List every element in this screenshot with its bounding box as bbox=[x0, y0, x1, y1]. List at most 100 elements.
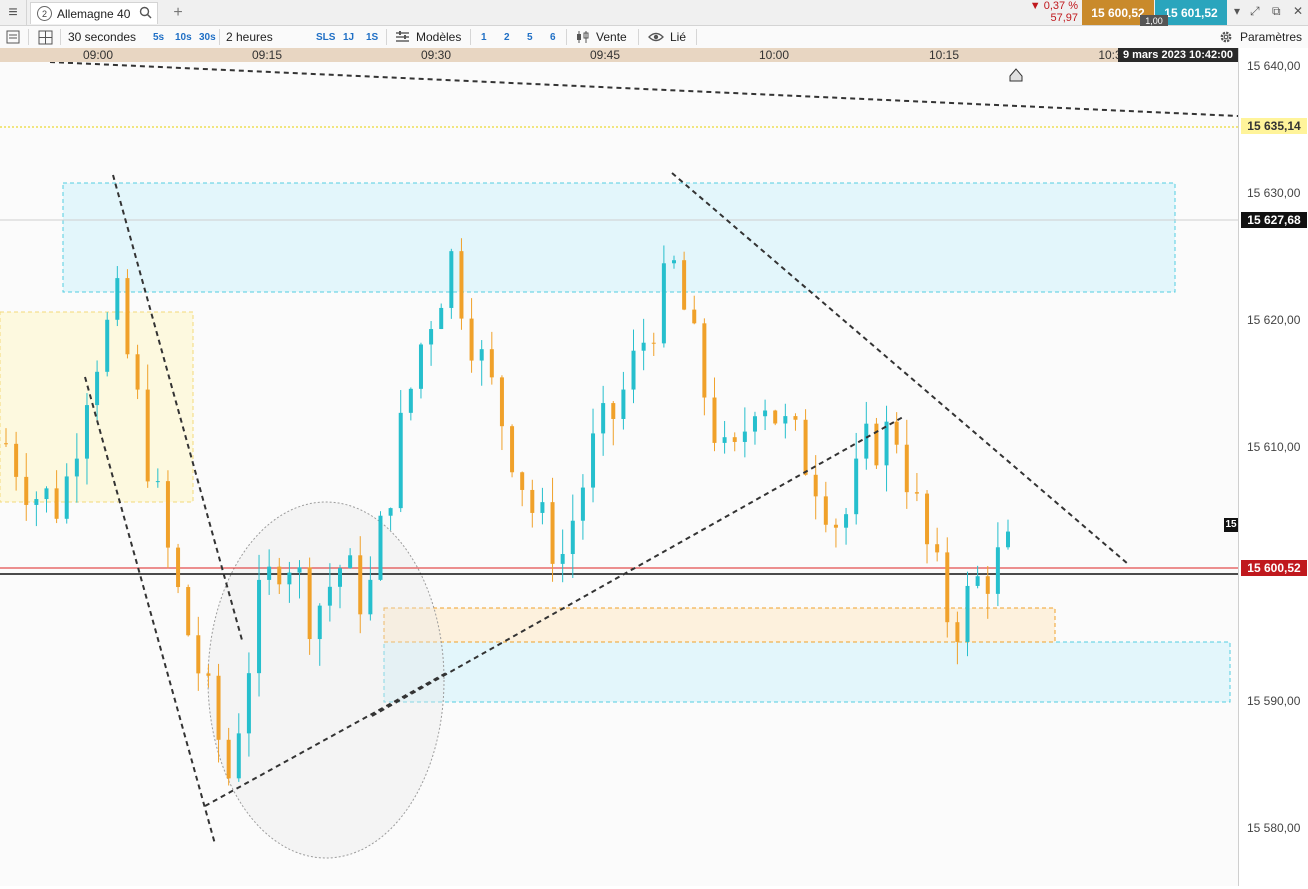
candle-body bbox=[722, 437, 727, 443]
trendline[interactable] bbox=[49, 61, 1239, 117]
candle-body bbox=[186, 587, 191, 636]
candle-body bbox=[388, 508, 393, 516]
template-slot-1[interactable]: 1 bbox=[481, 26, 487, 48]
duration-1s[interactable]: 1S bbox=[366, 26, 378, 48]
duration-sls[interactable]: SLS bbox=[316, 26, 335, 48]
duration-1j[interactable]: 1J bbox=[343, 26, 354, 48]
close-icon[interactable]: ✕ bbox=[1293, 4, 1303, 18]
candle-body bbox=[742, 431, 747, 442]
time-axis: 09:00 09:15 09:30 09:45 10:00 10:15 10:3 bbox=[0, 48, 1238, 62]
candle-body bbox=[530, 489, 535, 513]
candle-body bbox=[398, 412, 403, 509]
candle-body bbox=[439, 307, 444, 330]
template-slot-5[interactable]: 5 bbox=[527, 26, 533, 48]
eye-icon[interactable] bbox=[648, 26, 664, 48]
candles-icon[interactable] bbox=[575, 26, 591, 48]
candle-body bbox=[95, 371, 100, 406]
anchor-marker-icon[interactable] bbox=[1009, 68, 1023, 82]
candle-body bbox=[965, 585, 970, 642]
tab-bar: ≡ 2 Allemagne 40 + ▼ 0,37 % 57,97 15 600… bbox=[0, 0, 1308, 26]
interval-10s[interactable]: 10s bbox=[175, 26, 192, 48]
price-label: 15 620,00 bbox=[1247, 313, 1301, 327]
candle-body bbox=[540, 502, 545, 513]
add-tab-button[interactable]: + bbox=[168, 0, 188, 25]
interval-30s[interactable]: 30s bbox=[199, 26, 216, 48]
candle-body bbox=[459, 251, 464, 319]
current-time-label: 9 mars 2023 10:42:00 bbox=[1118, 48, 1238, 62]
list-icon[interactable] bbox=[6, 26, 20, 48]
candle-body bbox=[155, 481, 160, 483]
template-slot-2[interactable]: 2 bbox=[504, 26, 510, 48]
resistance-zone-blue[interactable] bbox=[62, 182, 1176, 293]
interval-5s[interactable]: 5s bbox=[153, 26, 164, 48]
interval-select[interactable]: 30 secondes bbox=[68, 26, 136, 48]
candle-body bbox=[520, 472, 525, 490]
resistance-zone-yellow[interactable] bbox=[0, 311, 194, 503]
candle-body bbox=[621, 389, 626, 419]
support-zone-blue[interactable] bbox=[383, 641, 1231, 703]
candle-body bbox=[206, 673, 211, 676]
candle-body bbox=[611, 403, 616, 419]
chart-toolbar: 30 secondes 5s 10s 30s 2 heures SLS 1J 1… bbox=[0, 26, 1308, 49]
candle-body bbox=[712, 397, 717, 443]
price-label: 15 630,00 bbox=[1247, 186, 1301, 200]
price-chart[interactable] bbox=[0, 61, 1239, 886]
arrow-down-icon[interactable]: ▾ bbox=[1234, 4, 1240, 18]
sell-mode-button[interactable]: Vente bbox=[596, 26, 627, 48]
candle-body bbox=[165, 481, 170, 548]
candle-body bbox=[34, 499, 39, 505]
candle-body bbox=[773, 410, 778, 424]
candle-body bbox=[277, 566, 282, 585]
highlight-ellipse[interactable] bbox=[207, 501, 445, 859]
candle-body bbox=[257, 579, 262, 674]
chart-canvas[interactable] bbox=[0, 61, 1239, 886]
candle-body bbox=[925, 493, 930, 545]
candle-body bbox=[985, 576, 990, 594]
price-label: 15 590,00 bbox=[1247, 694, 1301, 708]
time-label: 09:15 bbox=[251, 48, 283, 62]
candle-body bbox=[317, 605, 322, 640]
expand-icon[interactable]: ⤢ bbox=[1250, 4, 1260, 19]
candle-body bbox=[904, 444, 909, 493]
candle-body bbox=[408, 388, 413, 413]
candle-body bbox=[348, 555, 353, 569]
search-icon[interactable] bbox=[139, 6, 152, 22]
settings-button[interactable]: Paramètres bbox=[1240, 26, 1302, 48]
candle-body bbox=[135, 354, 140, 390]
candle-body bbox=[105, 319, 110, 372]
candle-body bbox=[894, 421, 899, 445]
layout-grid-icon[interactable] bbox=[38, 26, 53, 48]
templates-icon[interactable] bbox=[395, 26, 410, 48]
candle-body bbox=[813, 474, 818, 497]
candle-body bbox=[469, 318, 474, 361]
candle-body bbox=[418, 344, 423, 389]
time-label: 09:45 bbox=[589, 48, 621, 62]
candle-body bbox=[803, 419, 808, 475]
duration-select[interactable]: 2 heures bbox=[226, 26, 273, 48]
candle-body bbox=[732, 437, 737, 442]
candle-body bbox=[510, 426, 515, 473]
candle-body bbox=[702, 323, 707, 398]
template-slot-6[interactable]: 6 bbox=[550, 26, 556, 48]
gear-icon[interactable] bbox=[1219, 26, 1233, 48]
candle-body bbox=[327, 586, 332, 606]
candle-body bbox=[499, 377, 504, 427]
tab-number: 2 bbox=[37, 6, 52, 21]
candle-body bbox=[145, 389, 150, 482]
spread-badge: 1,00 bbox=[1140, 15, 1168, 26]
support-zone-orange[interactable] bbox=[383, 607, 1056, 643]
price-change: ▼ 0,37 % 57,97 bbox=[1018, 0, 1078, 25]
candle-body bbox=[884, 421, 889, 466]
candle-body bbox=[246, 673, 251, 734]
popout-icon[interactable]: ⧉ bbox=[1272, 4, 1281, 19]
hamburger-icon[interactable]: ≡ bbox=[0, 0, 27, 25]
candle-body bbox=[844, 514, 849, 528]
linked-button[interactable]: Lié bbox=[670, 26, 686, 48]
candle-body bbox=[489, 349, 494, 378]
candle-body bbox=[287, 572, 292, 585]
chart-tab[interactable]: 2 Allemagne 40 bbox=[30, 2, 158, 24]
candle-body bbox=[651, 342, 656, 344]
candle-body bbox=[54, 488, 59, 519]
candle-body bbox=[44, 488, 49, 500]
templates-menu[interactable]: Modèles bbox=[416, 26, 461, 48]
